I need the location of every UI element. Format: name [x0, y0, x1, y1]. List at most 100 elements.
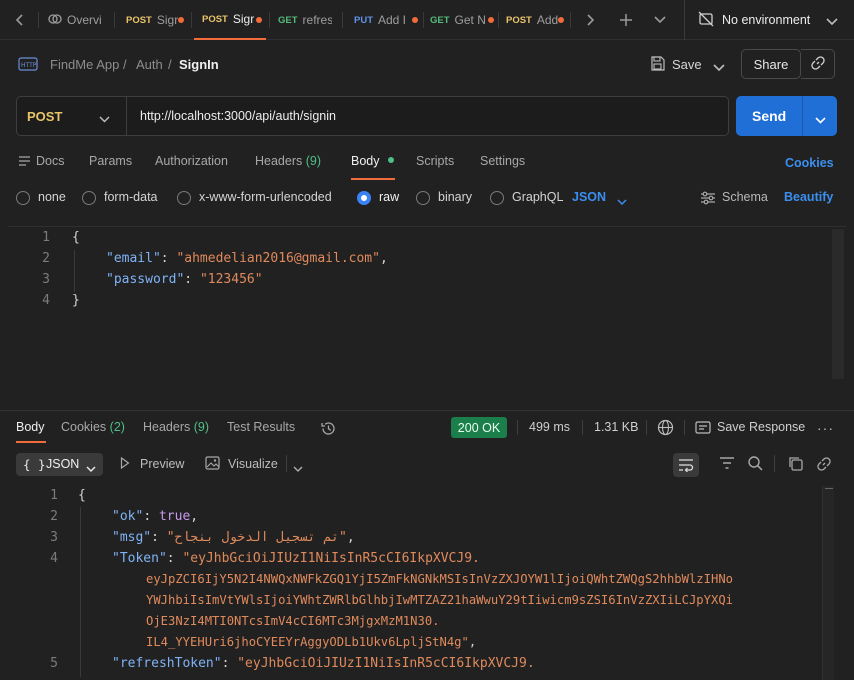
tab-headers[interactable]: Headers (9) — [255, 154, 321, 168]
schema-button[interactable]: Schema — [722, 190, 768, 204]
visualize-button[interactable]: Visualize — [228, 457, 278, 471]
history-icon[interactable] — [320, 420, 337, 440]
scroll-thumb[interactable] — [825, 488, 833, 493]
line-number: 3 — [50, 530, 58, 545]
svg-text:HTTP: HTTP — [21, 62, 37, 69]
chevron-down-icon[interactable] — [293, 461, 303, 476]
url-input[interactable]: http://localhost:3000/api/auth/signin — [140, 109, 336, 123]
json-value: "123456" — [199, 272, 263, 287]
radio-form-data[interactable] — [82, 191, 96, 205]
radio-binary[interactable] — [416, 191, 430, 205]
chevron-down-icon[interactable] — [815, 112, 826, 128]
response-tab-body[interactable]: Body — [16, 420, 45, 434]
link-icon[interactable] — [816, 456, 832, 475]
line-number: 2 — [50, 509, 58, 524]
copy-link-button[interactable] — [801, 49, 835, 79]
divider — [286, 455, 287, 472]
json-line-msg: "msg": "تم تسجيل الدخول بنجاح", — [112, 530, 355, 545]
docs-icon — [18, 155, 31, 170]
method-badge: GET — [430, 14, 450, 26]
radio-graphql[interactable] — [490, 191, 504, 205]
tab-params[interactable]: Params — [89, 154, 132, 168]
save-response-icon — [695, 420, 711, 438]
format-selector[interactable]: JSON — [572, 190, 606, 204]
tab-scripts[interactable]: Scripts — [416, 154, 454, 168]
chevron-down-icon[interactable] — [713, 60, 725, 75]
chevron-left-icon[interactable] — [2, 0, 38, 40]
response-time[interactable]: 499 ms — [529, 420, 570, 434]
body-active-dot — [387, 157, 394, 163]
beautify-button[interactable]: Beautify — [784, 190, 833, 204]
active-tab-underline — [16, 441, 46, 443]
tab-overview[interactable]: Overvi — [48, 0, 104, 40]
radio-form-data-label: form-data — [104, 190, 158, 204]
cookies-link[interactable]: Cookies — [785, 156, 834, 170]
radio-raw-label: raw — [379, 190, 400, 204]
tab-label: Sigr — [232, 12, 255, 26]
json-key: "msg" — [112, 530, 152, 545]
tab-get-item[interactable]: GET Get N — [430, 0, 494, 40]
tab-authorization[interactable]: Authorization — [155, 154, 228, 168]
tab-body[interactable]: Body — [351, 154, 394, 168]
send-button[interactable]: Send — [736, 96, 837, 136]
no-environment-icon — [698, 11, 714, 30]
wrap-lines-button[interactable] — [673, 453, 699, 477]
response-tab-cookies[interactable]: Cookies (2) — [61, 420, 125, 434]
json-open-brace: { — [78, 488, 86, 503]
new-tab-plus-icon[interactable] — [608, 0, 644, 40]
method-badge: PUT — [354, 14, 373, 26]
tab-bar: Overvi POST Sigr POST Sigr GET refres PU… — [0, 0, 854, 40]
unsaved-dot — [488, 17, 494, 23]
wrap-lines-icon — [678, 458, 694, 475]
chevron-down-icon[interactable] — [826, 14, 838, 29]
save-icon — [650, 56, 665, 74]
tab-put-add[interactable]: PUT Add I — [354, 0, 418, 40]
filter-icon[interactable] — [719, 456, 735, 473]
globe-icon[interactable] — [657, 419, 674, 439]
page-title[interactable]: SignIn — [179, 57, 219, 72]
copy-icon[interactable] — [788, 456, 803, 474]
method-selector[interactable]: POST — [17, 97, 127, 135]
chevron-right-icon[interactable] — [572, 0, 608, 40]
breadcrumb-folder[interactable]: Auth — [136, 57, 163, 72]
json-value: "ahmedelian2016@gmail.com" — [176, 251, 380, 266]
json-close-brace: } — [72, 293, 80, 308]
schema-icon — [700, 191, 716, 208]
tab-post-signin[interactable]: POST Sigr — [126, 0, 184, 40]
method-badge: GET — [278, 14, 298, 26]
tab-label: Get N — [454, 13, 486, 27]
tab-label: Sigr — [156, 13, 179, 27]
radio-urlencoded[interactable] — [177, 191, 191, 205]
response-size[interactable]: 1.31 KB — [594, 420, 638, 434]
share-button[interactable]: Share — [741, 49, 801, 79]
headers-count: (9) — [193, 420, 210, 434]
preview-button[interactable]: Preview — [140, 457, 184, 471]
chevron-down-icon — [86, 461, 96, 476]
response-tab-headers[interactable]: Headers (9) — [143, 420, 209, 434]
image-icon — [205, 456, 220, 473]
headers-count: (9) — [305, 154, 322, 168]
chevron-down-icon[interactable] — [617, 194, 627, 209]
divider — [498, 12, 499, 28]
tab-settings[interactable]: Settings — [480, 154, 525, 168]
tab-post-add[interactable]: POST Add — [506, 0, 564, 40]
line-number: 3 — [42, 272, 50, 287]
response-tab-test-results[interactable]: Test Results — [227, 420, 295, 434]
radio-raw[interactable] — [357, 191, 371, 205]
editor-scrollbar[interactable] — [832, 229, 844, 379]
save-button[interactable]: Save — [672, 57, 702, 72]
search-icon[interactable] — [747, 455, 763, 474]
response-scrollbar[interactable] — [822, 486, 834, 680]
radio-none[interactable] — [16, 191, 30, 205]
unsaved-dot — [558, 17, 564, 23]
environment-selector[interactable]: No environment — [722, 13, 810, 27]
breadcrumb-collection[interactable]: FindMe App — [50, 57, 119, 72]
tab-get-refresh[interactable]: GET refres — [278, 0, 332, 40]
tab-post-signin-active[interactable]: POST Sigr — [194, 0, 266, 40]
response-format-selector[interactable]: { } JSON — [16, 453, 103, 476]
indent-guide — [80, 507, 81, 677]
more-options-icon[interactable]: ··· — [817, 420, 834, 436]
save-response-button[interactable]: Save Response — [717, 420, 805, 434]
tab-docs[interactable]: Docs — [36, 154, 64, 168]
chevron-down-icon[interactable] — [642, 0, 678, 40]
